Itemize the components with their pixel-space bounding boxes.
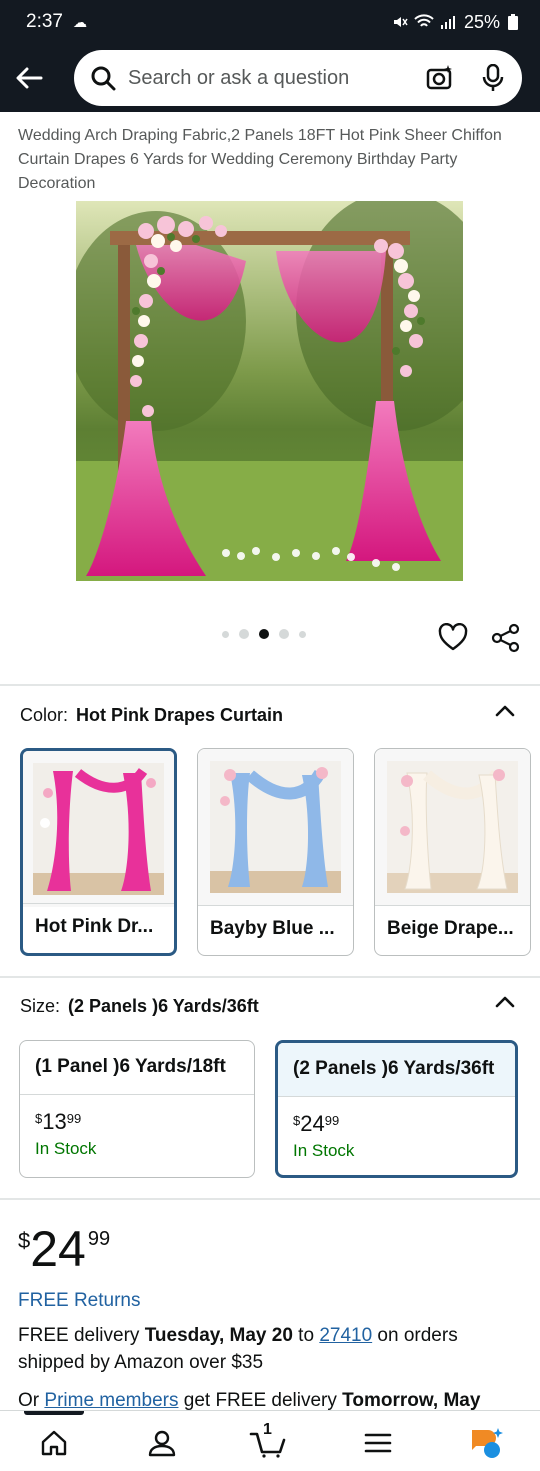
- color-option-hot-pink[interactable]: Hot Pink Dr...: [20, 748, 177, 956]
- search-placeholder: Search or ask a question: [128, 66, 350, 89]
- swatch-label: Beige Drape...: [375, 905, 530, 955]
- color-label-text: Color:: [20, 705, 69, 725]
- camera-search-icon[interactable]: [426, 64, 454, 92]
- carousel-dot[interactable]: [239, 629, 249, 639]
- size-selected-value: (2 Panels )6 Yards/36ft: [68, 996, 259, 1016]
- nav-rufus-assistant[interactable]: [466, 1423, 506, 1463]
- image-carousel-dots[interactable]: [222, 629, 306, 639]
- price-whole: 13: [42, 1109, 67, 1134]
- nav-active-indicator: [24, 1411, 84, 1415]
- beige-drape-thumbnail: [387, 761, 518, 893]
- color-option-beige[interactable]: Beige Drape...: [374, 748, 531, 956]
- stock-status: In Stock: [35, 1139, 97, 1158]
- carousel-dot-active[interactable]: [259, 629, 269, 639]
- delivery-prefix: FREE delivery: [18, 1325, 145, 1346]
- size-label: Size: (2 Panels )6 Yards/36ft: [20, 996, 259, 1017]
- prime-delivery-info: Or Prime members get FREE delivery Tomor…: [18, 1390, 540, 1412]
- cart-count-badge: 1: [263, 1421, 272, 1438]
- nav-account[interactable]: [142, 1423, 182, 1463]
- delivery-date: Tuesday, May 20: [144, 1325, 293, 1346]
- nav-cart[interactable]: 1: [248, 1421, 288, 1463]
- prime-date: Tomorrow, May: [342, 1390, 481, 1411]
- section-divider: [0, 684, 540, 686]
- price-cents: 99: [66, 1111, 82, 1126]
- prime-prefix: Or: [18, 1390, 45, 1411]
- share-button[interactable]: [490, 622, 522, 654]
- carousel-dot[interactable]: [279, 629, 289, 639]
- pink-drape-thumbnail: [33, 763, 164, 895]
- heart-icon: [438, 622, 468, 651]
- nav-menu[interactable]: [358, 1423, 398, 1463]
- price-currency: $: [293, 1113, 301, 1128]
- battery-percent: 25%: [463, 11, 500, 32]
- blue-drape-thumbnail: [210, 761, 341, 893]
- search-header: Search or ask a question: [0, 44, 540, 112]
- nav-home[interactable]: [34, 1423, 74, 1463]
- home-icon: [41, 1430, 67, 1456]
- size-option-1-panel[interactable]: (1 Panel )6 Yards/18ft $13 99 In Stock: [19, 1040, 255, 1178]
- swatch-image: [23, 751, 174, 907]
- price-cents: 99: [324, 1113, 340, 1128]
- search-input[interactable]: Search or ask a question: [74, 50, 522, 106]
- swatch-label: Bayby Blue ...: [198, 905, 353, 955]
- prime-members-link[interactable]: Prime members: [44, 1390, 178, 1411]
- size-option-label: (1 Panel )6 Yards/18ft: [20, 1041, 254, 1095]
- microphone-icon[interactable]: [482, 64, 504, 92]
- carousel-dot[interactable]: [222, 630, 229, 638]
- bottom-navigation: 1: [0, 1410, 540, 1471]
- chevron-up-icon[interactable]: [494, 703, 516, 717]
- delivery-info: FREE delivery Tuesday, May 20 to 27410 o…: [18, 1322, 523, 1376]
- section-divider: [0, 1198, 540, 1200]
- swatch-label: Hot Pink Dr...: [23, 903, 174, 953]
- size-label-text: Size:: [20, 996, 61, 1016]
- product-price: $24 99: [18, 1222, 110, 1276]
- carousel-dot[interactable]: [299, 630, 306, 638]
- search-icon: [91, 66, 116, 91]
- size-option-label: (2 Panels )6 Yards/36ft: [278, 1043, 515, 1097]
- back-button[interactable]: [0, 48, 58, 108]
- color-option-baby-blue[interactable]: Bayby Blue ...: [197, 748, 354, 956]
- prime-middle: get FREE delivery: [178, 1390, 343, 1411]
- size-option-price: $24 99: [293, 1111, 515, 1137]
- search-tools: [426, 64, 504, 92]
- price-whole: 24: [30, 1221, 86, 1277]
- color-label: Color: Hot Pink Drapes Curtain: [20, 705, 283, 726]
- size-option-price: $13 99: [35, 1109, 254, 1135]
- delivery-to: to: [292, 1325, 320, 1346]
- zip-code-link[interactable]: 27410: [319, 1325, 372, 1346]
- wifi-icon: [414, 14, 434, 27]
- status-time: 2:37: [26, 11, 63, 32]
- status-bar: 2:37 ☁ 25%: [0, 0, 540, 44]
- price-cents: 99: [87, 1228, 111, 1250]
- free-returns-link[interactable]: FREE Returns: [18, 1290, 140, 1312]
- price-currency: $: [35, 1111, 43, 1126]
- section-divider: [0, 976, 540, 978]
- status-right: 25%: [392, 12, 518, 33]
- menu-icon: [364, 1433, 392, 1453]
- signal-icon: [440, 16, 455, 29]
- battery-icon: [508, 14, 518, 30]
- product-image[interactable]: [76, 201, 463, 581]
- swatch-image: [198, 749, 353, 905]
- price-whole: 24: [300, 1111, 325, 1136]
- mute-icon: [393, 17, 408, 27]
- wedding-arch-illustration: [76, 201, 463, 581]
- share-icon: [491, 623, 520, 653]
- wishlist-button[interactable]: [438, 622, 468, 653]
- size-option-2-panels[interactable]: (2 Panels )6 Yards/36ft $24 99 In Stock: [275, 1040, 518, 1178]
- status-icons: [392, 14, 456, 30]
- ai-assistant-icon: [472, 1428, 503, 1458]
- product-title[interactable]: Wedding Arch Draping Fabric,2 Panels 18F…: [18, 124, 523, 196]
- price-currency: $: [18, 1228, 31, 1253]
- back-arrow-icon: [16, 67, 43, 89]
- stock-status: In Stock: [293, 1141, 355, 1160]
- swatch-image: [375, 749, 530, 905]
- color-selected-value: Hot Pink Drapes Curtain: [76, 705, 284, 725]
- notification-icon: ☁: [72, 13, 87, 30]
- chevron-up-icon[interactable]: [494, 994, 516, 1008]
- user-icon: [148, 1430, 176, 1457]
